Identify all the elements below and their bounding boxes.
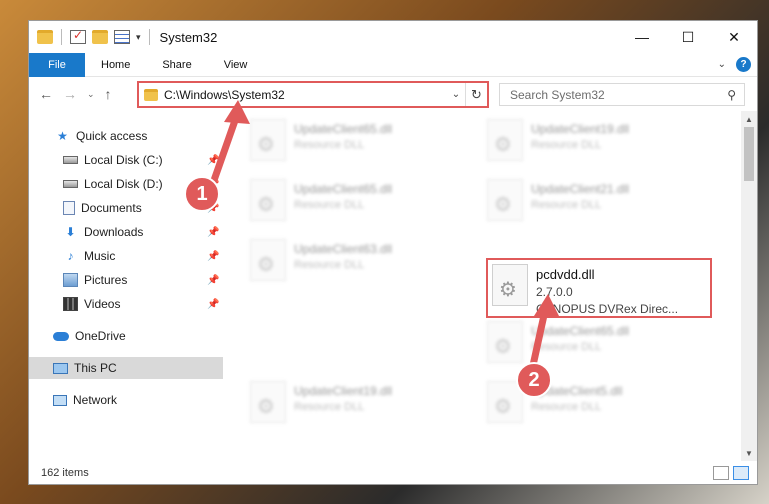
annotation-arrows (208, 100, 560, 374)
step-2-callout: 2 (516, 362, 552, 398)
arrow-head (224, 100, 250, 124)
arrow-head (534, 294, 560, 318)
arrow-to-address-bar (208, 108, 242, 190)
step-1-callout: 1 (184, 176, 220, 212)
